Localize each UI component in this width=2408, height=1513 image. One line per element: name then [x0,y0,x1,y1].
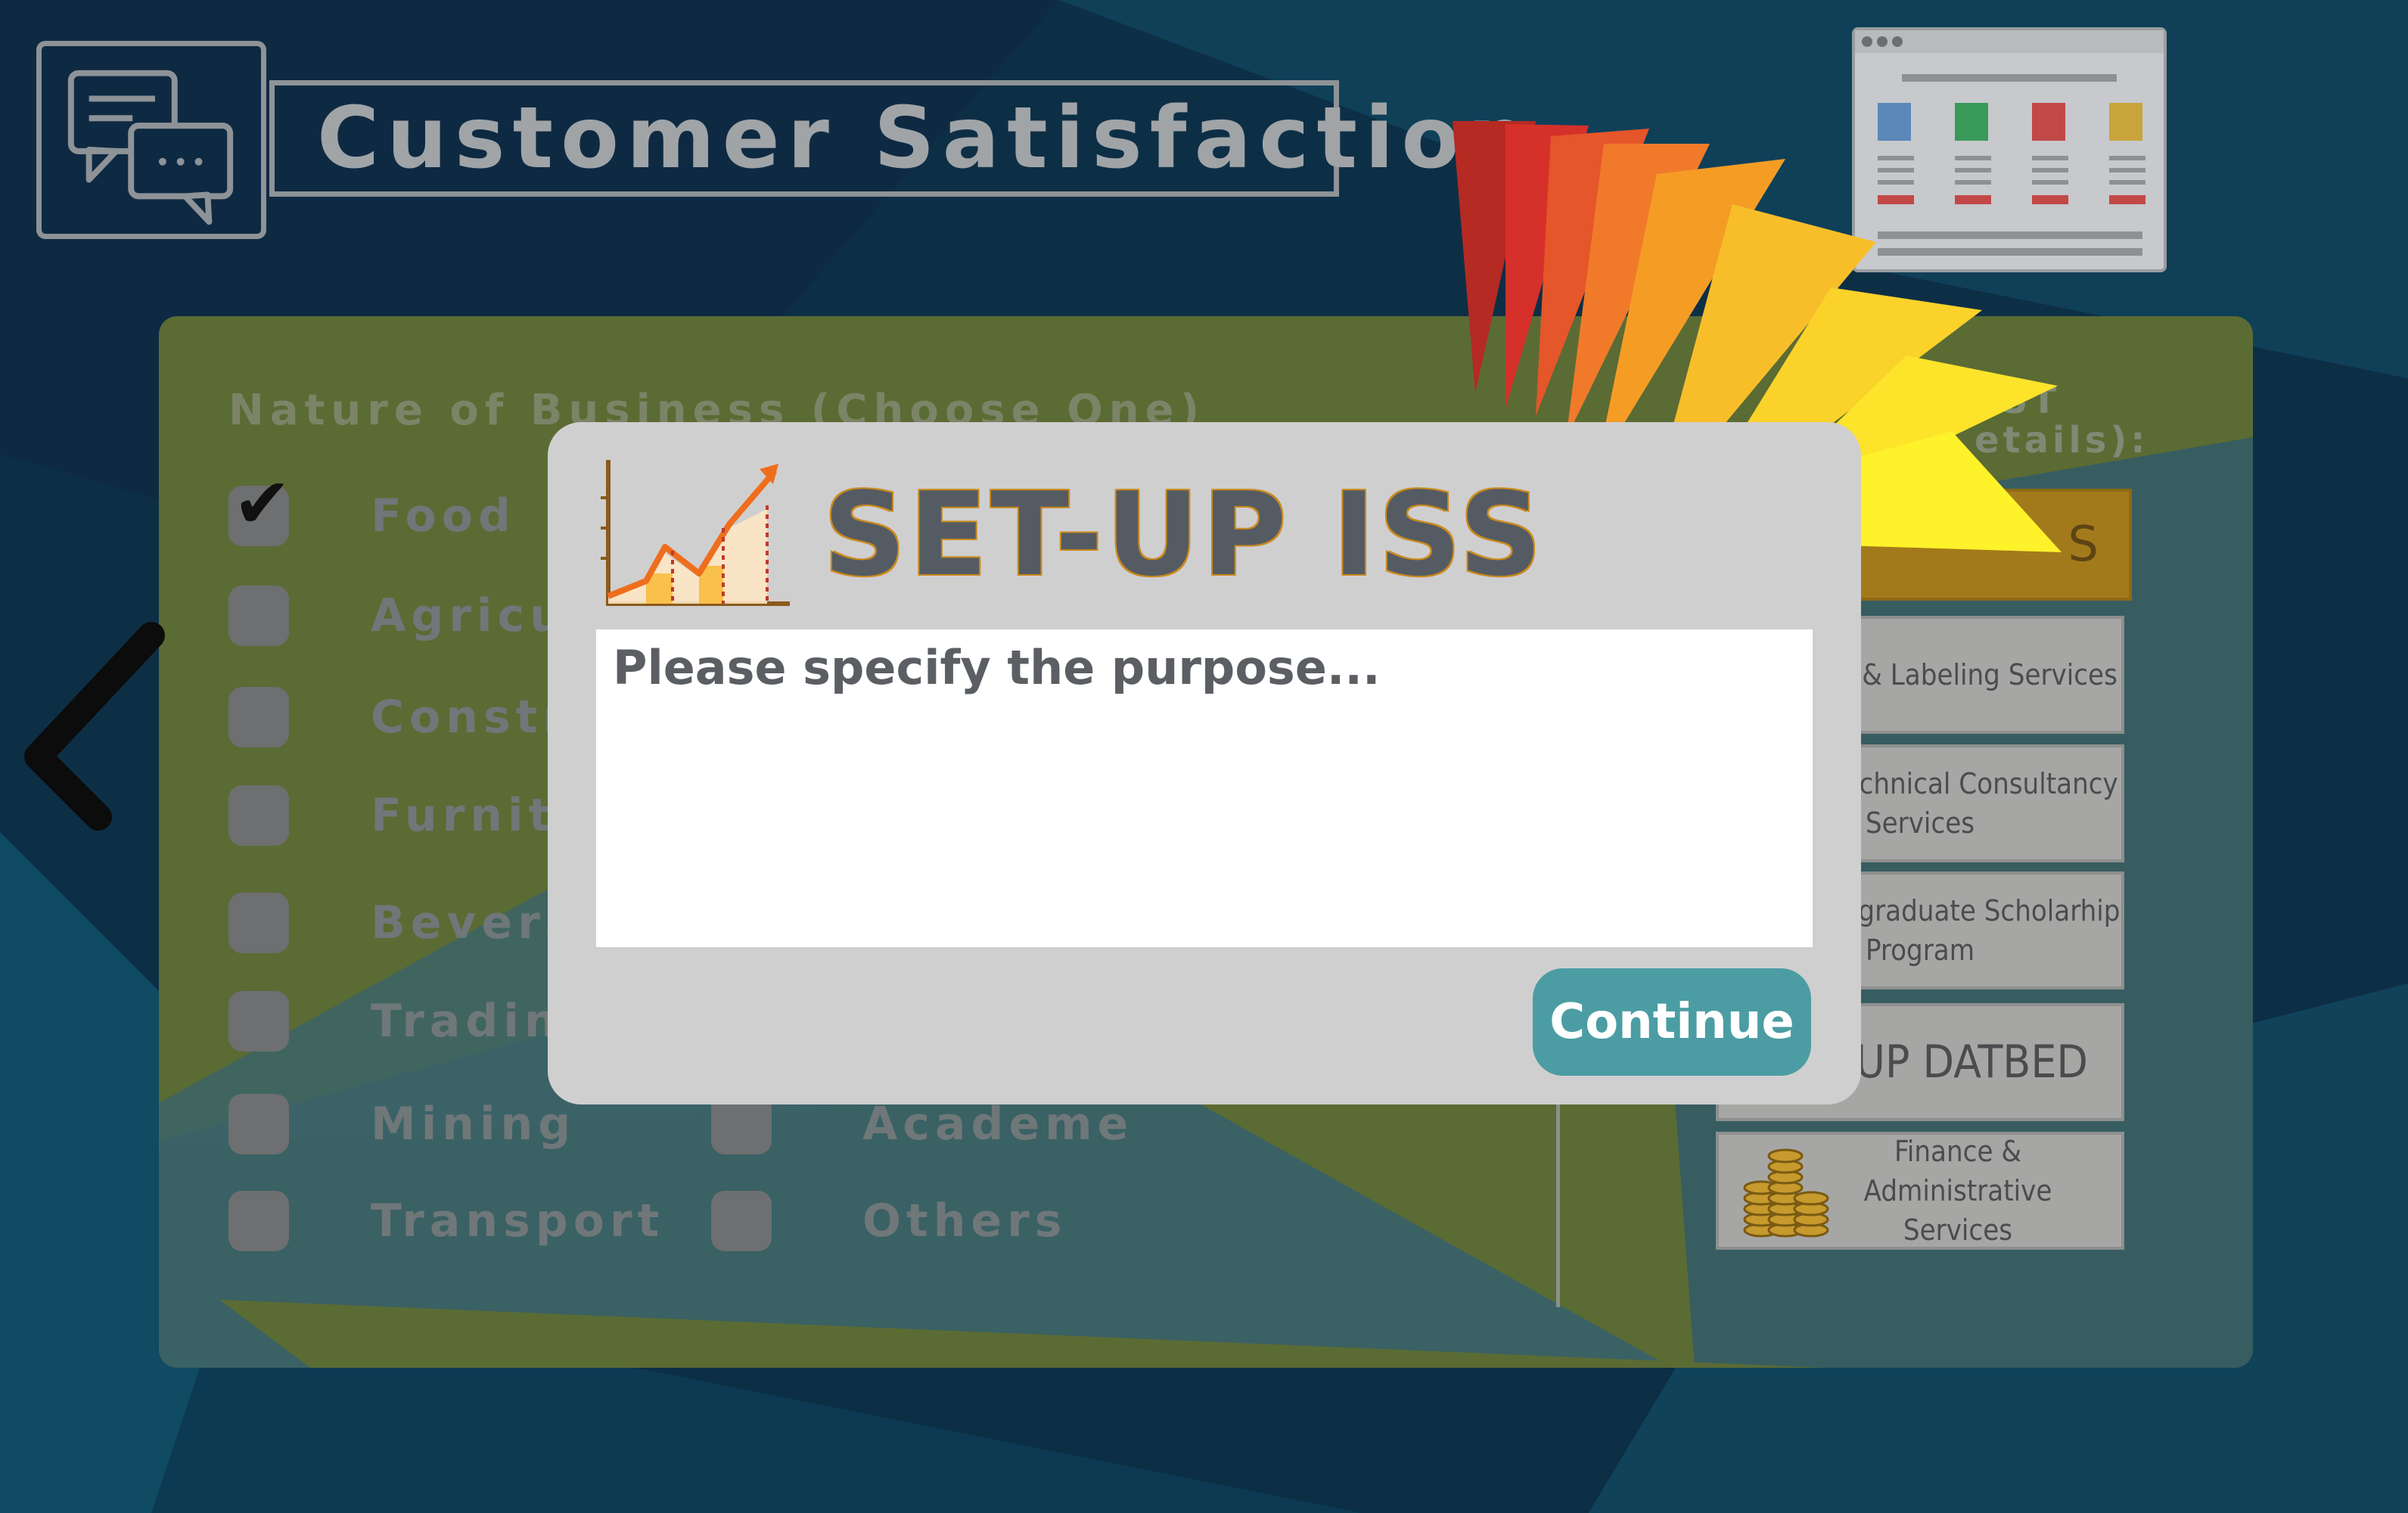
service-accent-label: S [2068,517,2099,573]
service-label: Finance & Administrative Services [1863,1135,2052,1247]
dialog-title: SET-UP ISS [823,468,1546,601]
checkbox-furniture[interactable] [228,785,289,846]
checkbox-agriculture[interactable] [228,586,289,646]
purpose-input[interactable] [596,629,1813,947]
right-heading-fragment-1: OST [1967,380,2061,422]
checkbox-others[interactable] [711,1191,772,1251]
setup-iss-dialog: SET-UP ISS Continue [548,422,1861,1104]
checkbox-transport[interactable] [228,1191,289,1251]
option-label: Transport [371,1195,665,1247]
column-divider [1556,1073,1560,1307]
option-furniture[interactable]: Furnitu [228,785,593,846]
page-title-box: Customer Satisfaction [269,80,1527,197]
checkbox-mining[interactable] [228,1094,289,1154]
growth-chart-icon [601,460,790,606]
option-label: Academe [862,1098,1134,1151]
option-transport[interactable]: Transport [228,1191,664,1251]
coins-icon [1743,1148,1829,1238]
checkbox-construction[interactable] [228,687,289,747]
option-label: Mining [371,1098,576,1151]
dashboard-window-icon [1852,27,2167,272]
checkbox-trading[interactable] [228,991,289,1052]
checkmark-icon: ✔ [233,463,292,544]
page-title: Customer Satisfaction [317,89,1536,188]
continue-button[interactable]: Continue [1533,968,1811,1076]
option-label: Others [862,1195,1067,1247]
option-mining[interactable]: Mining [228,1094,576,1154]
option-label: Food [371,489,516,542]
chat-bubbles-icon [36,41,266,239]
option-trading[interactable]: Trading [228,991,600,1052]
option-food[interactable]: ✔ Food [228,469,516,546]
checkbox-beverage[interactable] [228,893,289,953]
option-others[interactable]: Others [711,1191,1067,1251]
right-heading-fragment-2: etails): [1975,419,2149,461]
checkbox-food[interactable]: ✔ [228,469,291,546]
back-arrow-icon[interactable] [8,620,166,832]
